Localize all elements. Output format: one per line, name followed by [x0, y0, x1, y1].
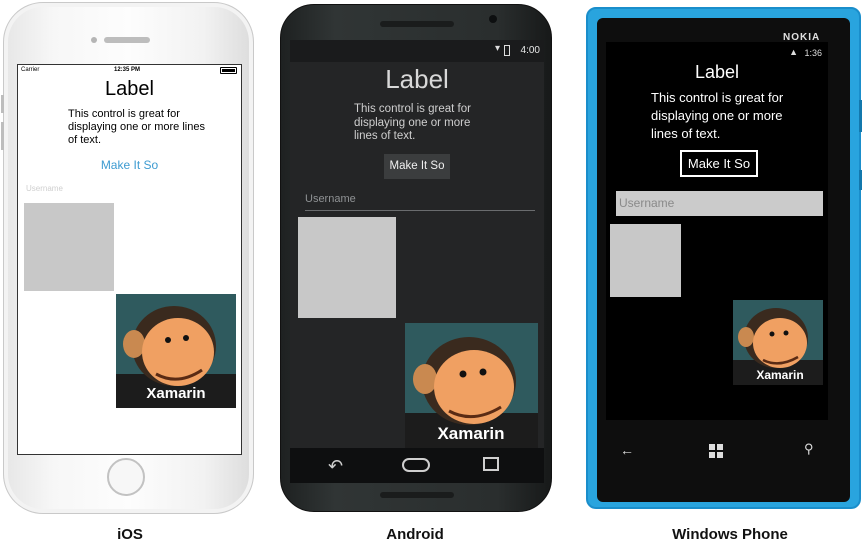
windows-start-icon[interactable] — [709, 444, 723, 458]
speaker-grille — [104, 37, 150, 43]
carrier-text: Carrier — [21, 67, 40, 73]
recent-apps-icon[interactable] — [483, 457, 499, 471]
wifi-icon: ▾ — [494, 43, 500, 54]
windows-phone-caption: Windows Phone — [672, 526, 788, 543]
ios-screen: Carrier 12:35 PM Label This control is g… — [17, 64, 242, 455]
description-text: This control is great for displaying one… — [68, 108, 205, 146]
signal-icon: ▲ — [789, 47, 798, 57]
username-input[interactable]: Username — [26, 184, 63, 193]
speaker-grille — [380, 21, 454, 27]
xamarin-monkey-image: Xamarin — [733, 300, 823, 385]
svg-text:Xamarin: Xamarin — [437, 424, 504, 443]
xamarin-monkey-image: Xamarin — [116, 294, 236, 408]
camera-icon — [489, 15, 497, 23]
status-time: 12:35 PM — [114, 67, 141, 73]
make-it-so-button[interactable]: Make It So — [680, 150, 758, 177]
power-button — [859, 170, 862, 190]
description-text: This control is great for displaying one… — [354, 103, 471, 142]
windows-phone-screen: ▲ 1:36 Label This control is great for d… — [606, 42, 828, 420]
android-nav-bar: ↶ — [290, 448, 544, 483]
username-input[interactable]: Username — [305, 193, 535, 211]
battery-icon — [220, 67, 237, 74]
gray-box — [24, 203, 114, 291]
speaker-grille-bottom — [380, 492, 454, 498]
gray-box — [298, 217, 396, 318]
wp-hardware-keys: ← ⚲ — [606, 436, 828, 468]
home-icon[interactable] — [402, 458, 430, 472]
label-heading: Label — [694, 62, 740, 82]
android-caption: Android — [386, 526, 444, 543]
status-time: 1:36 — [804, 48, 822, 58]
status-time: 4:00 — [520, 45, 540, 56]
android-status-bar: ▾ 4:00 — [290, 40, 544, 62]
description-text: This control is great for displaying one… — [651, 90, 784, 141]
mute-switch — [1, 95, 4, 113]
volume-button — [859, 100, 862, 132]
xamarin-monkey-image: Xamarin — [405, 323, 538, 448]
make-it-so-button[interactable]: Make It So — [384, 154, 450, 179]
ios-status-bar: Carrier 12:35 PM — [18, 65, 241, 76]
label-heading: Label — [105, 78, 154, 100]
back-icon[interactable]: ↶ — [328, 456, 343, 477]
battery-icon — [504, 45, 510, 56]
svg-text:Xamarin: Xamarin — [756, 368, 803, 382]
back-icon[interactable]: ← — [620, 442, 634, 458]
username-input[interactable]: Username — [616, 191, 823, 216]
wp-status-bar: ▲ 1:36 — [606, 42, 828, 64]
search-icon[interactable]: ⚲ — [804, 441, 814, 457]
label-heading: Label — [385, 64, 449, 94]
make-it-so-button[interactable]: Make It So — [18, 158, 241, 172]
camera-icon — [91, 37, 97, 43]
gray-box — [610, 224, 681, 297]
ios-caption: iOS — [117, 526, 143, 543]
volume-up-button — [1, 122, 4, 150]
android-screen: ▾ 4:00 Label This control is great for d… — [290, 40, 544, 483]
home-button — [107, 458, 145, 496]
svg-text:Xamarin: Xamarin — [146, 385, 205, 402]
